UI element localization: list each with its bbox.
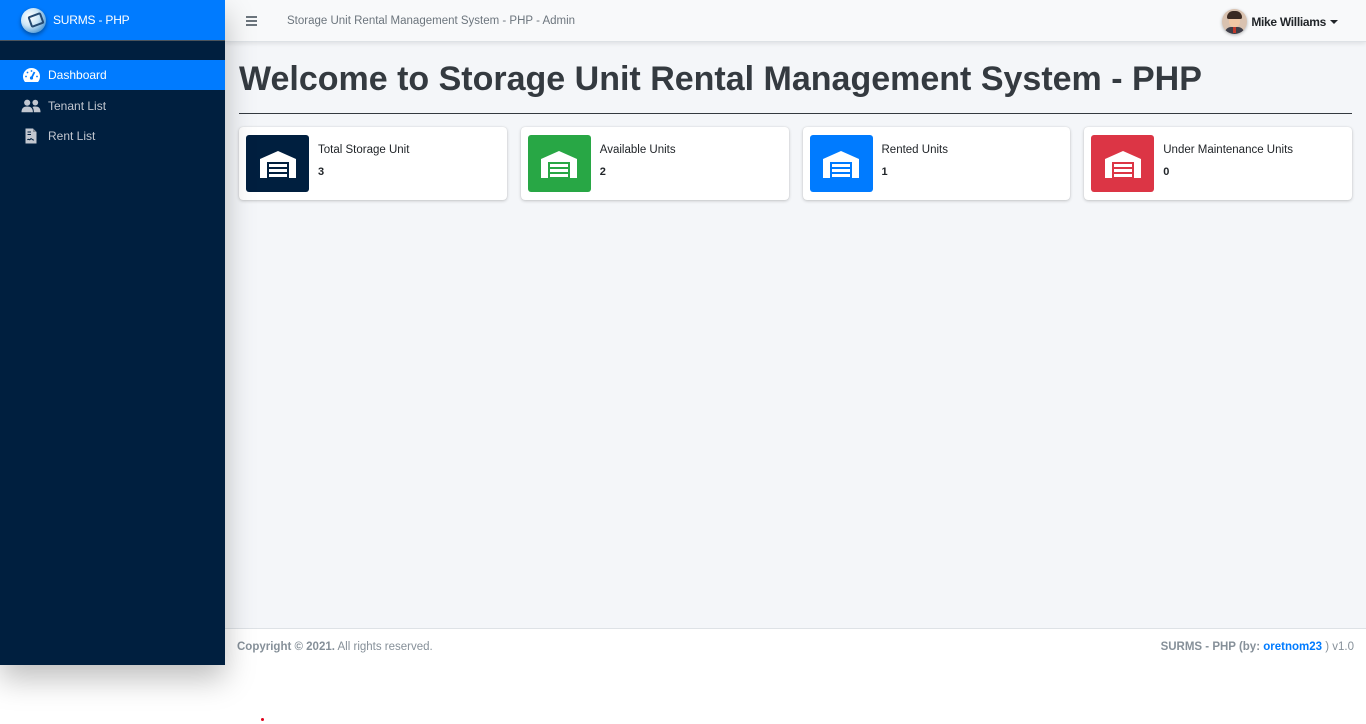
warehouse-icon: [1091, 135, 1155, 192]
hamburger-icon[interactable]: [246, 14, 262, 28]
user-avatar-icon: [1222, 9, 1248, 34]
brand-link[interactable]: SURMS - PHP: [0, 0, 225, 41]
stat-card-total-storage-unit[interactable]: Total Storage Unit 3: [239, 127, 507, 200]
stat-label: Under Maintenance Units: [1163, 144, 1294, 156]
user-dropdown[interactable]: Mike Williams: [1222, 9, 1338, 34]
sidebar-item-label: Rent List: [48, 128, 96, 143]
footer-copyright: Copyright © 2021. All rights reserved.: [237, 641, 433, 653]
stat-value: 1: [881, 166, 888, 178]
stat-value: 3: [318, 166, 325, 178]
tachometer-icon: [21, 67, 41, 83]
stat-label: Rented Units: [881, 144, 948, 156]
stray-dot: [261, 718, 264, 721]
footer-credits: SURMS - PHP (by: oretnom23 ) v1.0: [1161, 641, 1354, 653]
users-icon: [21, 98, 41, 114]
warehouse-icon: [809, 135, 873, 192]
author-link[interactable]: oretnom23: [1263, 641, 1322, 653]
stat-card-under-maintenance-units[interactable]: Under Maintenance Units 0: [1084, 127, 1352, 200]
sidebar-nav: Dashboard Tenant List Rent List: [0, 60, 225, 150]
stat-label: Available Units: [599, 144, 676, 156]
brand-name: SURMS - PHP: [53, 13, 130, 27]
navbar-title: Storage Unit Rental Management System - …: [287, 14, 576, 27]
top-navbar: Storage Unit Rental Management System - …: [225, 0, 1366, 42]
stat-value: 0: [1163, 166, 1170, 178]
stat-card-rented-units[interactable]: Rented Units 1: [802, 127, 1071, 200]
sidebar-item-rent-list[interactable]: Rent List: [0, 121, 225, 150]
sidebar-item-label: Dashboard: [48, 68, 107, 82]
main-content: Welcome to Storage Unit Rental Managemen…: [225, 42, 1366, 628]
page-title: Welcome to Storage Unit Rental Managemen…: [239, 60, 1202, 98]
sidebar-item-label: Tenant List: [48, 98, 107, 113]
caret-down-icon: [1330, 19, 1338, 24]
title-divider: [239, 113, 1352, 114]
stat-card-available-units[interactable]: Available Units 2: [520, 127, 789, 200]
footer: Copyright © 2021. All rights reserved. S…: [225, 628, 1366, 665]
warehouse-icon: [246, 135, 309, 192]
stat-value: 2: [599, 166, 606, 178]
user-name: Mike Williams: [1251, 14, 1326, 29]
stat-label: Total Storage Unit: [318, 144, 410, 156]
sidebar: SURMS - PHP Dashboard Tenant List Rent L…: [0, 0, 225, 665]
warehouse-icon: [527, 135, 591, 192]
copyright-rest: All rights reserved.: [334, 641, 433, 653]
app-version: ) v1.0: [1322, 641, 1354, 653]
globe-logo-icon: [21, 7, 46, 33]
copyright-year: Copyright © 2021.: [237, 641, 335, 653]
app-shell: SURMS - PHP Dashboard Tenant List Rent L…: [0, 0, 1366, 665]
file-contract-icon: [21, 128, 41, 144]
sidebar-item-dashboard[interactable]: Dashboard: [0, 60, 225, 90]
sidebar-item-tenant-list[interactable]: Tenant List: [0, 91, 225, 120]
stat-cards: Total Storage Unit 3 Available Units 2 R…: [239, 127, 1352, 200]
app-by: SURMS - PHP (by:: [1160, 641, 1264, 653]
